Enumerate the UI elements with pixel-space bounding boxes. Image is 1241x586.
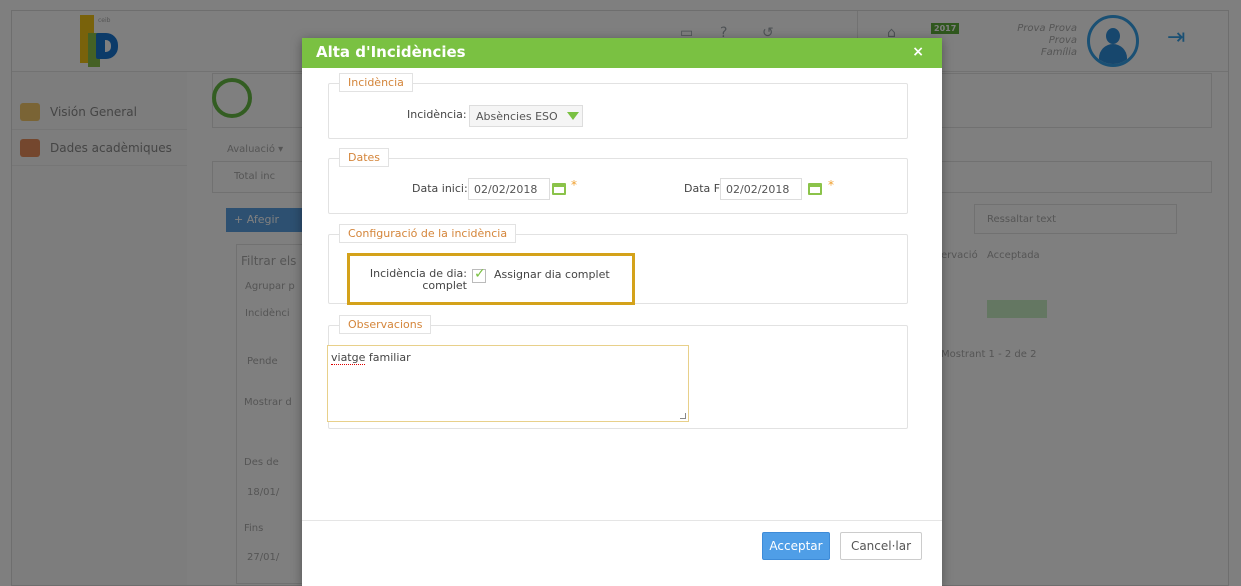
observations-textarea[interactable]: viatge familiar [327,345,689,422]
footer-divider [302,520,942,521]
incidence-select-value: Absències ESO [476,110,558,123]
highlight-box [347,253,635,305]
chevron-down-icon[interactable] [567,112,579,120]
dialog-title: Alta d'Incidències [316,43,466,61]
start-date-label: Data inici: [412,182,468,195]
calendar-icon[interactable] [552,183,566,195]
dates-legend: Dates [339,148,390,167]
required-mark: * [571,178,577,192]
config-legend: Configuració de la incidència [339,224,517,243]
required-mark: * [828,178,834,192]
incidence-dialog: Alta d'Incidències × Incidència Incidènc… [302,38,942,586]
incidence-select[interactable]: Absències ESO [469,105,583,127]
resize-handle-icon[interactable] [680,413,686,419]
incidence-label: Incidència: [407,108,467,121]
incidence-legend: Incidència [339,73,413,92]
cancel-button[interactable]: Cancel·lar [840,532,922,560]
calendar-icon[interactable] [808,183,822,195]
dialog-header: Alta d'Incidències × [302,38,942,68]
observations-text-rest: familiar [365,351,411,364]
observations-text-word: viatge [331,351,366,365]
close-icon[interactable]: × [912,44,924,60]
accept-button[interactable]: Acceptar [762,532,830,560]
end-date-value: 02/02/2018 [726,183,790,196]
end-date-input[interactable]: 02/02/2018 [720,178,802,200]
start-date-input[interactable]: 02/02/2018 [468,178,550,200]
start-date-value: 02/02/2018 [474,183,538,196]
observations-legend: Observacions [339,315,432,334]
